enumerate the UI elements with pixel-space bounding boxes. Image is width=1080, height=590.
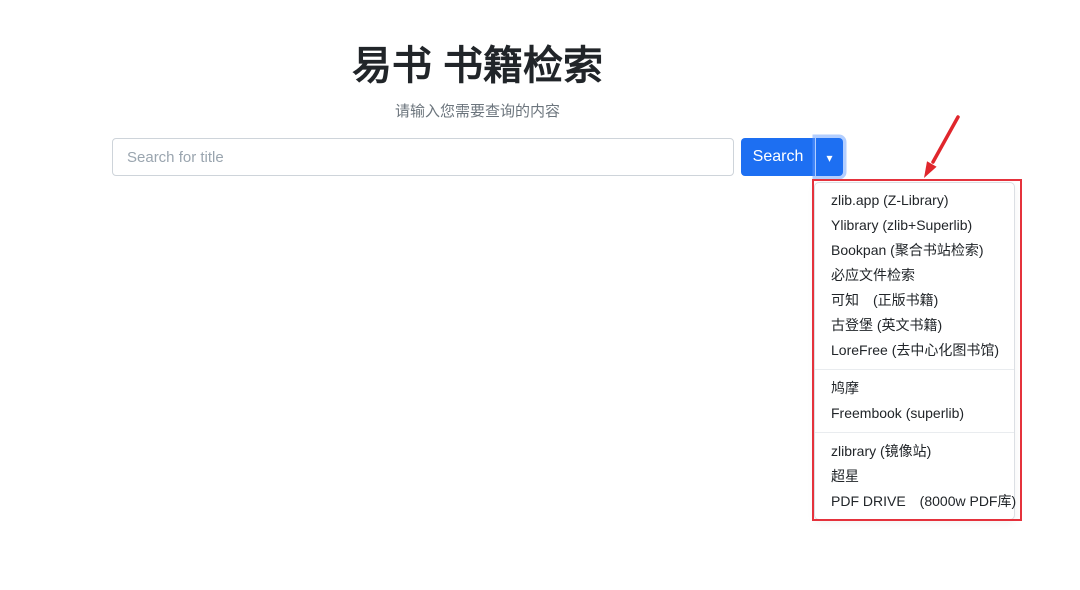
menu-item-pdf-drive[interactable]: PDF DRIVE (8000w PDF库) [815,489,1016,514]
menu-item-zlibrary-mirror[interactable]: zlibrary (镜像站) [815,439,1014,464]
source-dropdown-menu: zlib.app (Z-Library) Ylibrary (zlib+Supe… [814,182,1016,520]
dropdown-toggle-button[interactable]: ▾ [816,138,843,176]
menu-item-chaoxing[interactable]: 超星 [815,464,1014,489]
menu-divider [815,432,1014,433]
caret-down-icon: ▾ [826,151,833,165]
menu-item-gutenberg[interactable]: 古登堡 (英文书籍) [815,313,1014,338]
menu-item-freembook[interactable]: Freembook (superlib) [815,401,1014,426]
menu-item-zlib-app[interactable]: zlib.app (Z-Library) [815,188,1014,213]
menu-item-bing-file[interactable]: 必应文件检索 [815,263,1014,288]
search-bar: Search ▾ [112,138,843,176]
search-button[interactable]: Search [741,138,815,176]
menu-item-ylibrary[interactable]: Ylibrary (zlib+Superlib) [815,213,1014,238]
search-input[interactable] [112,138,734,176]
menu-item-kezhi[interactable]: 可知 (正版书籍) [815,288,1014,313]
menu-item-lorefree[interactable]: LoreFree (去中心化图书馆) [815,338,1014,363]
menu-item-bookpan[interactable]: Bookpan (聚合书站检索) [815,238,1014,263]
annotation-arrow-icon [924,115,960,178]
search-button-group: Search ▾ [741,138,843,176]
page-title: 易书 书籍检索 [351,44,604,88]
page-subtitle: 请输入您需要查询的内容 [394,103,560,120]
main-container: 易书 书籍检索 请输入您需要查询的内容 Search ▾ [112,0,843,176]
menu-divider [815,369,1014,370]
menu-item-jiumo[interactable]: 鸠摩 [815,376,1014,401]
